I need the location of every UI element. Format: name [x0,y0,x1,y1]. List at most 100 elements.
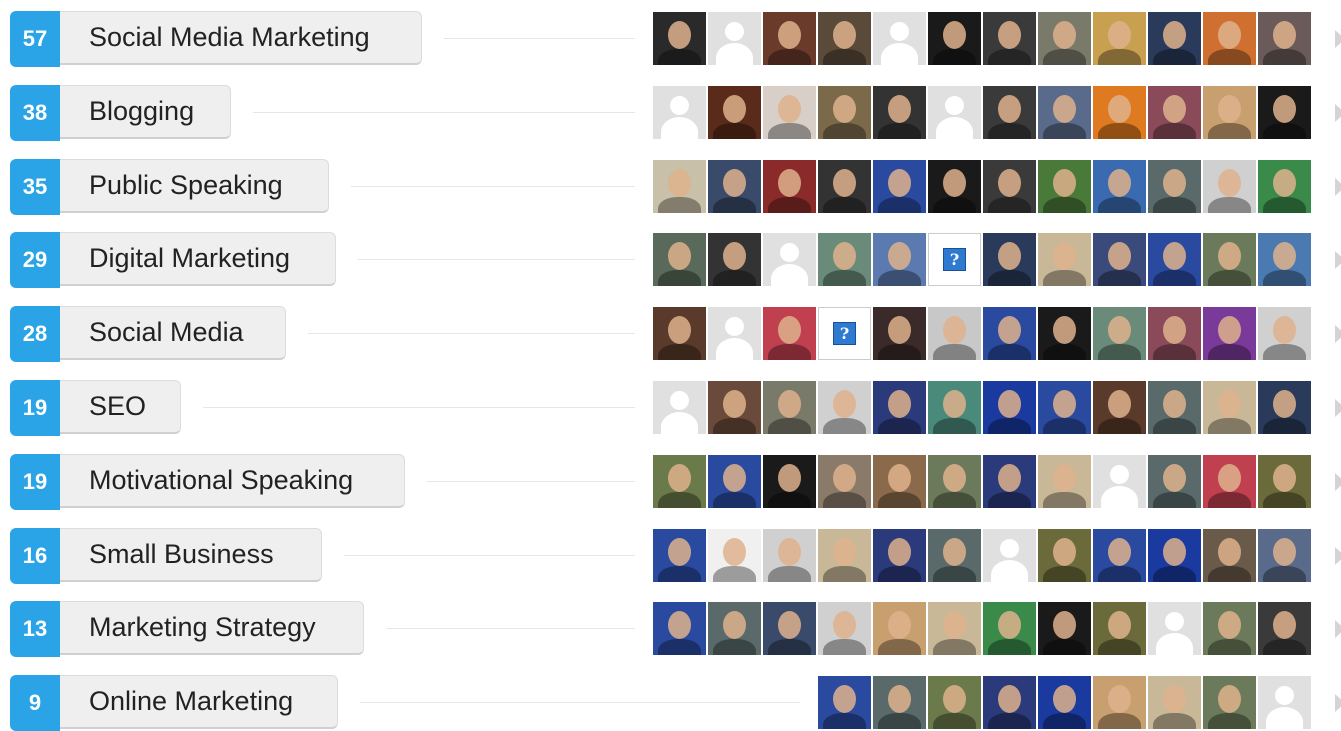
avatar-placeholder[interactable] [1093,454,1146,508]
avatar[interactable] [873,454,926,508]
avatar[interactable] [1203,159,1256,213]
avatar[interactable] [708,159,761,213]
avatar[interactable] [928,381,981,434]
avatar-unknown[interactable]: ? [818,307,871,361]
avatar[interactable] [1148,233,1201,287]
avatar[interactable] [1258,381,1311,434]
avatar[interactable] [818,85,871,139]
avatar[interactable] [983,381,1036,434]
skill-name-button[interactable]: Social Media [60,306,286,361]
skill-name-button[interactable]: Small Business [60,527,322,582]
avatar[interactable] [1093,233,1146,287]
avatar[interactable] [1203,676,1256,730]
endorsement-count[interactable]: 35 [10,158,60,215]
avatar[interactable] [1258,307,1311,361]
avatar[interactable] [1258,454,1311,508]
avatar-placeholder[interactable] [928,85,981,139]
avatar[interactable] [763,159,816,213]
avatar[interactable] [1258,12,1311,65]
avatar[interactable] [653,454,706,508]
endorsement-count[interactable]: 9 [10,675,60,731]
avatar[interactable] [1203,307,1256,361]
avatar[interactable] [653,159,706,213]
avatar[interactable] [928,307,981,361]
avatar[interactable] [983,85,1036,139]
avatar[interactable] [1258,233,1311,287]
avatar[interactable] [1038,528,1091,582]
avatar[interactable] [818,233,871,287]
avatar[interactable] [983,12,1036,65]
avatar[interactable] [983,454,1036,508]
avatar[interactable] [708,233,761,287]
expand-arrow-icon[interactable] [1335,546,1341,565]
endorsement-count[interactable]: 13 [10,601,60,658]
expand-arrow-icon[interactable] [1335,103,1341,122]
skill-name-button[interactable]: Social Media Marketing [60,11,422,65]
avatar-unknown[interactable]: ? [928,233,981,287]
endorsement-count[interactable]: 16 [10,527,60,584]
avatar[interactable] [653,307,706,361]
avatar[interactable] [1258,528,1311,582]
endorsement-count[interactable]: 28 [10,306,60,363]
expand-arrow-icon[interactable] [1335,620,1341,639]
avatar[interactable] [983,602,1036,656]
avatar[interactable] [928,676,981,730]
avatar[interactable] [1203,85,1256,139]
expand-arrow-icon[interactable] [1335,694,1341,713]
avatar[interactable] [1038,12,1091,65]
avatar[interactable] [763,454,816,508]
avatar[interactable] [818,159,871,213]
avatar[interactable] [983,159,1036,213]
avatar[interactable] [708,528,761,582]
expand-arrow-icon[interactable] [1335,251,1341,270]
avatar[interactable] [1038,159,1091,213]
avatar[interactable] [873,85,926,139]
avatar[interactable] [928,528,981,582]
avatar-placeholder[interactable] [708,307,761,361]
avatar[interactable] [983,676,1036,730]
avatar[interactable] [928,12,981,65]
avatar[interactable] [1148,528,1201,582]
avatar[interactable] [1093,602,1146,656]
avatar[interactable] [1203,602,1256,656]
avatar[interactable] [1148,307,1201,361]
endorsement-count[interactable]: 19 [10,380,60,436]
avatar[interactable] [928,159,981,213]
avatar[interactable] [1203,233,1256,287]
avatar[interactable] [1093,676,1146,730]
avatar[interactable] [818,602,871,656]
avatar[interactable] [928,602,981,656]
avatar[interactable] [763,602,816,656]
skill-name-button[interactable]: SEO [60,380,181,434]
expand-arrow-icon[interactable] [1335,177,1341,196]
avatar[interactable] [763,12,816,65]
expand-arrow-icon[interactable] [1335,399,1341,417]
avatar[interactable] [1203,381,1256,434]
avatar-placeholder[interactable] [708,12,761,65]
avatar[interactable] [653,12,706,65]
avatar[interactable] [1038,602,1091,656]
avatar[interactable] [818,676,871,730]
avatar[interactable] [1148,12,1201,65]
avatar[interactable] [818,381,871,434]
avatar[interactable] [1093,12,1146,65]
skill-name-button[interactable]: Digital Marketing [60,232,336,287]
avatar[interactable] [1038,233,1091,287]
avatar[interactable] [1203,12,1256,65]
avatar[interactable] [818,12,871,65]
avatar[interactable] [1148,85,1201,139]
avatar[interactable] [873,528,926,582]
avatar[interactable] [1038,381,1091,434]
avatar[interactable] [1148,454,1201,508]
avatar[interactable] [818,528,871,582]
expand-arrow-icon[interactable] [1335,325,1341,344]
avatar[interactable] [1148,676,1201,730]
avatar-placeholder[interactable] [763,233,816,287]
avatar[interactable] [1148,381,1201,434]
avatar[interactable] [763,85,816,139]
avatar[interactable] [708,85,761,139]
avatar[interactable] [653,528,706,582]
avatar[interactable] [873,381,926,434]
avatar[interactable] [763,528,816,582]
avatar[interactable] [763,307,816,361]
